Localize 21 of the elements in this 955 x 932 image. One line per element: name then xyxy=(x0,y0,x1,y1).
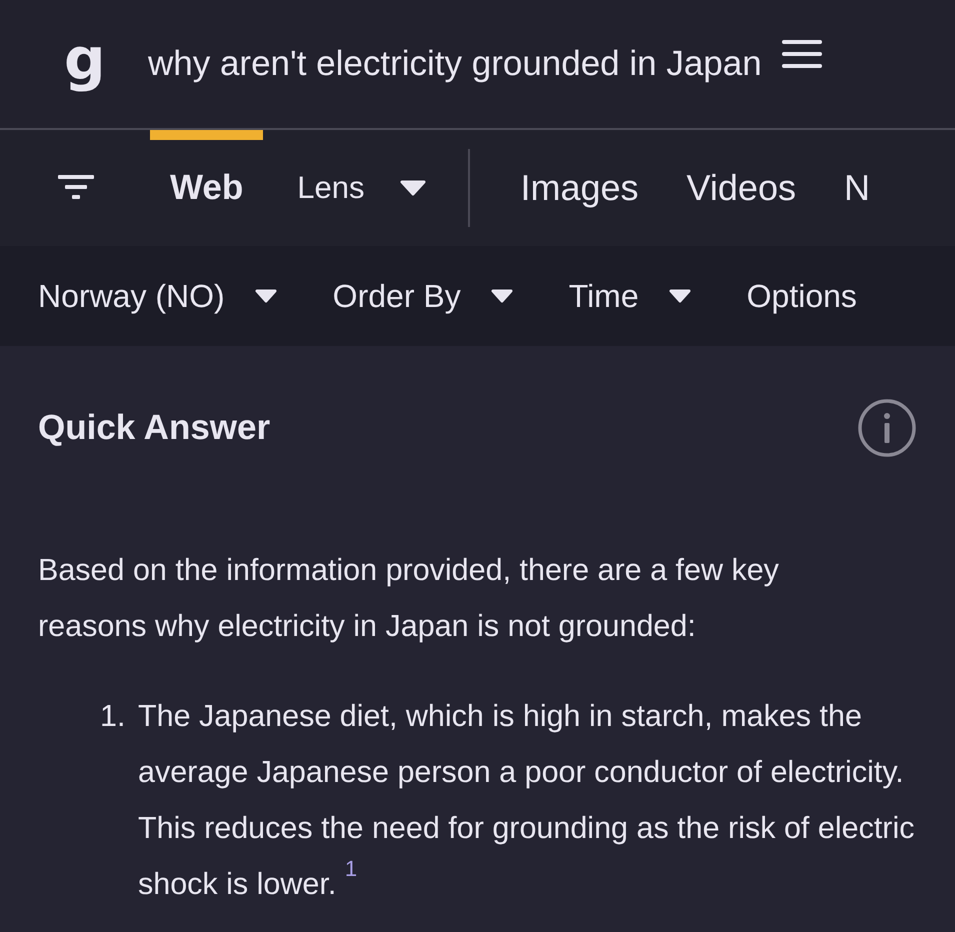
search-query[interactable]: why aren't electricity grounded in Japan xyxy=(148,44,762,84)
caret-icon xyxy=(490,289,513,303)
caret-icon xyxy=(400,180,426,196)
menu-icon[interactable] xyxy=(782,39,822,69)
tab[interactable]: Lens xyxy=(283,130,440,246)
filter-dropdown[interactable]: Options xyxy=(746,278,857,314)
tab[interactable]: Videos xyxy=(672,130,810,246)
filter-dropdown[interactable]: Time xyxy=(568,278,691,314)
logo[interactable]: g xyxy=(64,25,116,93)
caret-icon xyxy=(254,289,277,303)
section-title: Quick Answer xyxy=(38,408,270,448)
info-icon[interactable] xyxy=(857,398,917,458)
tab[interactable]: Images xyxy=(506,130,653,246)
tab[interactable]: N xyxy=(830,130,884,246)
filter-icon[interactable] xyxy=(58,175,94,201)
filter-dropdown[interactable]: Order By xyxy=(332,278,513,314)
list-item-text: The Japanese diet, which is high in starch, makes the average Japanese person a poor conductor of electricity. This reduces the need for grounding as the risk of electric shock is lower. $^{1}$ xyxy=(138,698,916,903)
list-number: 1. xyxy=(100,698,126,735)
caret-icon xyxy=(668,289,691,303)
filter-dropdown[interactable]: Norway (NO) xyxy=(38,278,277,314)
answer-paragraph: Based on the information provided, there are a few key reasons why electricity in Japan is not grounded: xyxy=(38,552,780,645)
